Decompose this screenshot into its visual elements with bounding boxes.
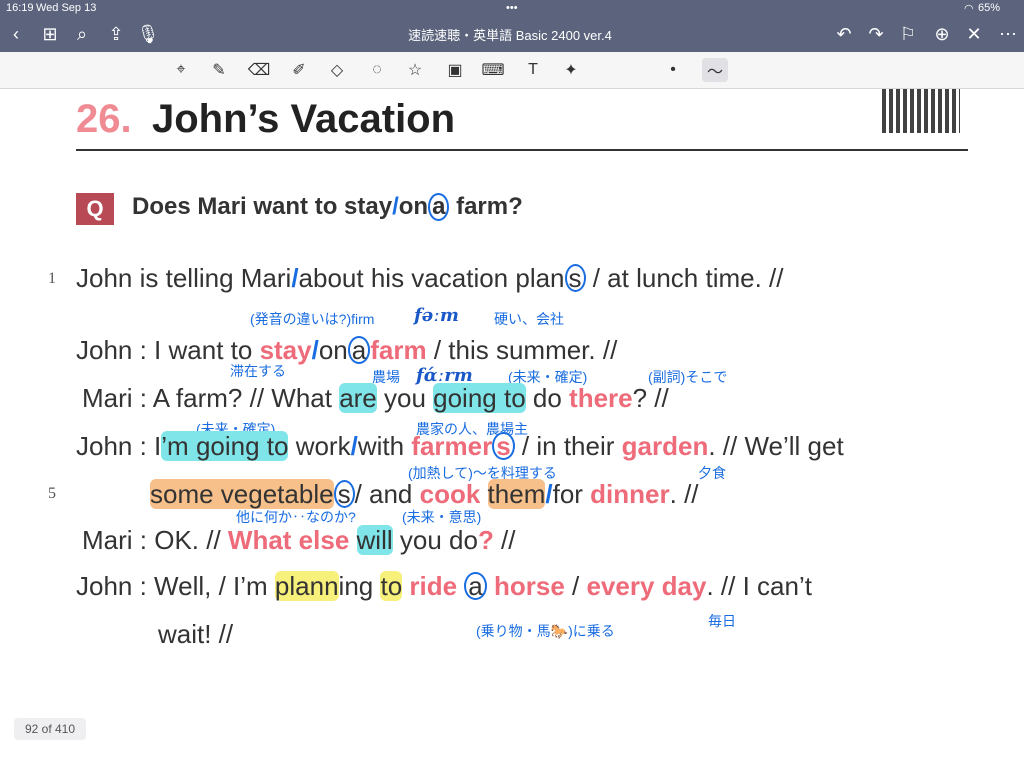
laser-pointer-icon[interactable]: ✦ [558,58,584,82]
close-icon[interactable]: ✕ [962,22,986,46]
shapes-icon[interactable]: ◇ [324,58,350,82]
text-box-icon[interactable]: T [520,58,546,82]
lasso-icon[interactable]: ◌ [364,58,390,82]
line-number-1: 1 [48,270,56,287]
status-bar: 16:19 Wed Sep 13 ••• ◠ 65% [0,0,1024,16]
question-badge: Q [76,193,114,225]
note-firm-meaning: 硬い、会社 [494,311,564,327]
search-icon[interactable]: ⌕ [70,22,94,46]
highlighter-icon[interactable]: ✐ [286,58,312,82]
dialogue-line-6: Mari : OK. // What else will you do? // [82,525,516,555]
more-dots-icon[interactable]: ••• [506,2,518,14]
note-will: (未来・意思) [402,509,482,525]
page-indicator[interactable]: 92 of 410 [14,718,86,740]
note-pronunciation: (発音の違いは?)firm [250,311,375,327]
lesson-title: John’s Vacation [152,97,456,141]
bookmark-icon[interactable]: ⚐ [896,22,920,46]
dialogue-line-3: Mari : A farm? // What are you going to … [82,383,669,413]
question-text: Does Mari want to stay/on a farm? [132,193,523,221]
dialogue-line-2: John : I want to stay/on a farm / this sum… [76,335,618,365]
document-page: 26. John’s Vacation Q Does Mari want to … [0,89,1024,768]
image-icon[interactable]: ▣ [442,58,468,82]
eraser-icon[interactable]: ⌫ [246,58,272,82]
status-time: 16:19 [6,2,34,14]
document-title[interactable]: 速読速聴・英単語 Basic 2400 ver.4 [360,25,660,44]
note-else: 他に何か‥なのか? [236,509,356,525]
dialogue-line-4: John : I’m going to work/with farmer s / … [76,431,844,461]
redo-icon[interactable]: ↷ [864,22,888,46]
navigation-bar: ‹ ⊞ ⌕ ⇪ 🎙 速読速聴・英単語 Basic 2400 ver.4 ↶ ↷ … [0,16,1024,52]
wifi-icon: ◠ [964,3,974,15]
annotation-toolbar: ⌖ ✎ ⌫ ✐ ◇ ◌ ☆ ▣ ⌨ T ✦ • ～ [0,52,1024,89]
sticker-icon[interactable]: ☆ [402,58,428,82]
microphone-icon[interactable]: 🎙 [136,22,160,46]
dialogue-line-7: John : Well, / I’m planning to ride a ho… [76,571,812,601]
note-firm-ipa: fəːm [414,305,459,326]
share-icon[interactable]: ⇪ [104,22,128,46]
battery-level: 65% [978,2,1001,14]
sentence-1: John is telling Mari/about his vacation … [76,263,784,293]
add-page-icon[interactable]: ⊕ [930,22,954,46]
pen-icon[interactable]: ✎ [206,58,232,82]
dialogue-line-5: some vegetable s / and cook them/for dinne… [150,479,699,509]
qr-code-icon [882,89,960,133]
title-divider [76,149,968,151]
undo-icon[interactable]: ↶ [832,22,856,46]
more-icon[interactable]: ⋯ [996,22,1020,46]
grid-icon[interactable]: ⊞ [38,22,62,46]
zoom-lasso-icon[interactable]: ⌖ [168,58,194,82]
status-date: Wed Sep 13 [36,2,97,14]
lesson-number: 26. [76,97,132,141]
note-dinner: 夕食 [698,465,726,481]
keyboard-icon[interactable]: ⌨ [480,58,506,82]
back-chevron-icon[interactable]: ‹ [4,22,28,46]
note-every-day: 毎日 [708,613,736,629]
note-stay: 滞在する [230,363,286,379]
dot-size-icon[interactable]: • [660,58,686,82]
stroke-style-icon[interactable]: ～ [702,58,728,82]
line-number-5: 5 [48,485,56,502]
dialogue-line-8: wait! // [158,619,234,649]
note-ride: (乗り物・馬🐎)に乗る [476,623,615,639]
